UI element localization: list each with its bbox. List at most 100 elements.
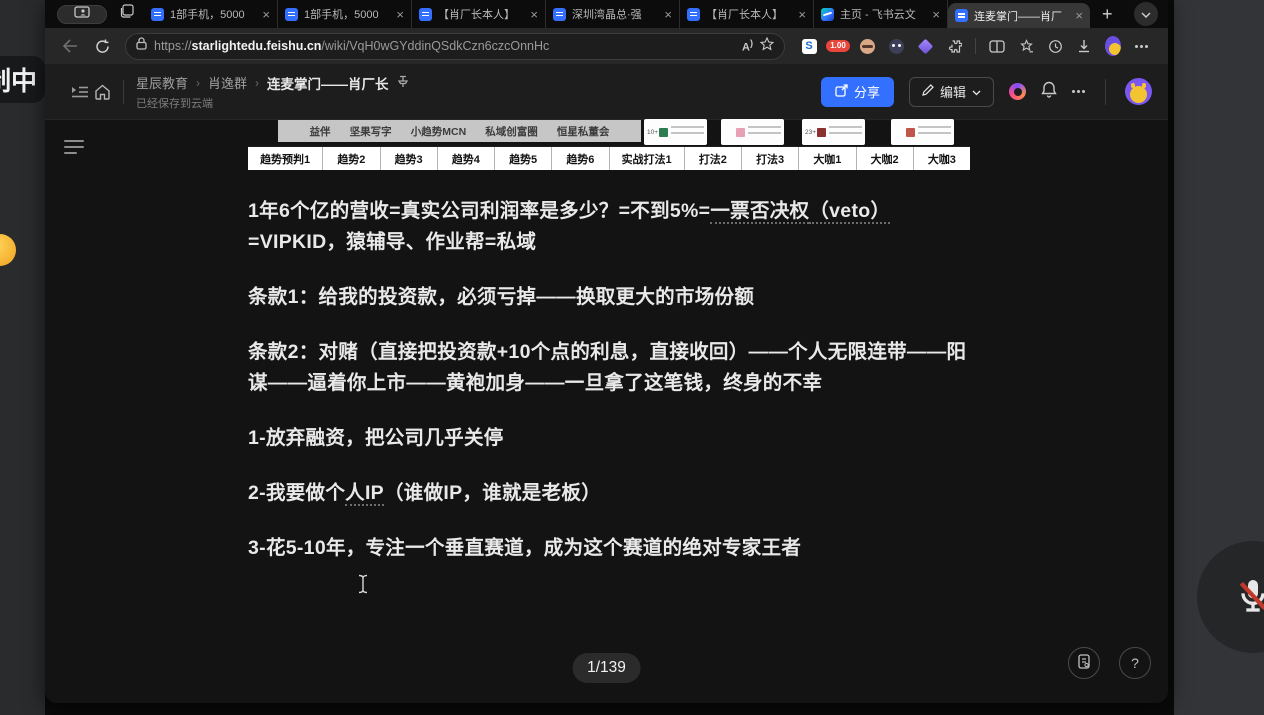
edit-button[interactable]: 编辑: [909, 77, 994, 107]
browser-tab[interactable]: 深圳湾晶总·强 ×: [546, 0, 680, 28]
meeting-window: [1174, 0, 1264, 715]
extensions-puzzle-icon[interactable]: [946, 38, 962, 54]
embed-nav-item: 益伴: [310, 124, 331, 139]
close-icon[interactable]: ×: [664, 8, 672, 21]
tab-list-dropdown[interactable]: [1134, 2, 1158, 26]
help-button[interactable]: ?: [1119, 647, 1151, 679]
embed-tab-cell: 趋势6: [552, 147, 609, 170]
embed-tabs-row: 趋势预判1 趋势2 趋势3 趋势4 趋势5 趋势6 实战打法1 打法2 打法3 …: [248, 146, 970, 170]
tab-title: 深圳湾晶总·强: [572, 6, 658, 22]
url-scheme: https://: [154, 39, 192, 53]
floating-buttons: ?: [1068, 647, 1151, 679]
embed-tab-cell: 大咖1: [799, 147, 856, 170]
browser-tab[interactable]: 主页 - 飞书云文 ×: [814, 0, 948, 28]
notifications-bell-icon[interactable]: [1041, 81, 1057, 103]
doc-note-icon: [1077, 654, 1091, 672]
close-icon[interactable]: ×: [932, 8, 940, 21]
share-button[interactable]: 分享: [821, 77, 894, 107]
paragraph[interactable]: 条款2：对赌（直接把投资款+10个点的利息，直接收回）——个人无限连带——阳谋—…: [248, 337, 970, 399]
address-bar[interactable]: https://starlightedu.feishu.cn/wiki/VqH0…: [125, 33, 785, 60]
extension-avatar-icon[interactable]: [859, 38, 875, 54]
embed-tab-cell: 趋势4: [438, 147, 495, 170]
feishu-app: 星辰教育 › 肖逸群 › 连麦掌门——肖厂长 已经保存到云端 分享: [45, 64, 1168, 703]
breadcrumb-item[interactable]: 星辰教育: [136, 73, 188, 92]
new-tab-button[interactable]: +: [1090, 4, 1125, 25]
recording-indicator[interactable]: [1009, 83, 1026, 100]
feishu-logo-icon: [821, 8, 834, 21]
paragraph[interactable]: 条款1：给我的投资款，必须亏掉——换取更大的市场份额: [248, 282, 970, 313]
more-options-icon[interactable]: [1072, 90, 1086, 93]
header-actions: 分享 编辑: [821, 77, 1152, 107]
paragraph[interactable]: 3-花5-10年，专注一个垂直赛道，成为这个赛道的绝对专家王者: [248, 533, 970, 564]
screen-share-icon: [74, 5, 90, 23]
history-icon[interactable]: [1047, 38, 1063, 54]
extension-price-badge[interactable]: 1.00: [830, 38, 846, 54]
paragraph[interactable]: 2-我要做个人IP（谁做IP，谁就是老板）: [248, 478, 970, 509]
doc-paragraphs[interactable]: 1年6个亿的营收=真实公司利润率是多少？=不到5%=一票否决权（veto）=VI…: [248, 196, 970, 564]
share-label: 分享: [854, 82, 880, 101]
downloads-icon[interactable]: [1076, 38, 1092, 54]
browser-menu-icon[interactable]: [1134, 38, 1150, 54]
pin-icon[interactable]: [397, 75, 409, 91]
close-icon[interactable]: ×: [262, 8, 270, 21]
mic-muted-button[interactable]: [1197, 541, 1264, 653]
embed-nav-item: 小趋势MCN: [411, 124, 466, 139]
extension-s-icon[interactable]: S: [801, 38, 817, 54]
collections-icon[interactable]: [1018, 38, 1034, 54]
breadcrumb-separator: ›: [196, 76, 200, 90]
embed-tab-cell: 趋势3: [381, 147, 438, 170]
doc-outline-icon[interactable]: [64, 140, 86, 156]
tab-groups-icon[interactable]: [119, 4, 134, 24]
close-icon[interactable]: ×: [396, 8, 404, 21]
browser-tab[interactable]: 【肖厂长本人】 ×: [680, 0, 814, 28]
close-icon[interactable]: ×: [1075, 9, 1083, 22]
header-divider: [1105, 79, 1106, 105]
refresh-button[interactable]: [89, 33, 115, 59]
home-icon[interactable]: [91, 81, 113, 103]
doc-header: 星辰教育 › 肖逸群 › 连麦掌门——肖厂长 已经保存到云端 分享: [45, 64, 1168, 120]
sidebar-toggle-icon[interactable]: [69, 81, 91, 103]
page-title: 连麦掌门——肖厂长: [267, 73, 389, 93]
back-button[interactable]: [57, 33, 83, 59]
breadcrumb-separator: ›: [255, 76, 259, 90]
tab-title: 1部手机，5000: [304, 6, 390, 22]
browser-tab[interactable]: 【肖厂长本人】 ×: [412, 0, 546, 28]
chevron-down-icon: [1141, 5, 1151, 23]
browser-profile-avatar[interactable]: [1105, 38, 1121, 54]
tab-title: 【肖厂长本人】: [706, 6, 792, 22]
chevron-down-icon: [972, 84, 981, 99]
extension-face-icon[interactable]: [888, 38, 904, 54]
split-screen-icon[interactable]: [989, 38, 1005, 54]
browser-tab-active[interactable]: 连麦掌门——肖厂 ×: [948, 3, 1090, 28]
embed-tab-cell: 趋势5: [495, 147, 552, 170]
tab-strip: 1部手机，5000 × 1部手机，5000 × 【肖厂长本人】 × 深圳湾晶总·…: [45, 0, 1168, 28]
close-icon[interactable]: ×: [530, 8, 538, 21]
feishu-doc-icon: [285, 8, 298, 21]
browser-tab[interactable]: 1部手机，5000 ×: [278, 0, 412, 28]
paragraph[interactable]: 1年6个亿的营收=真实公司利润率是多少？=不到5%=一票否决权（veto）=VI…: [248, 196, 970, 258]
browser-tab[interactable]: 1部手机，5000 ×: [144, 0, 278, 28]
assistant-bubble[interactable]: [0, 234, 16, 266]
url-domain: starlightedu.feishu.cn: [192, 39, 322, 53]
header-divider: [123, 80, 124, 104]
paragraph[interactable]: 1-放弃融资，把公司几乎关停: [248, 423, 970, 454]
embedded-image[interactable]: 益伴 坚果写字 小趋势MCN 私域创富圈 恒星私董会 10+ 23+: [248, 119, 970, 170]
embed-card: 23+: [802, 119, 865, 145]
favorite-star-icon[interactable]: [760, 37, 774, 56]
embed-nav-band: 益伴 坚果写字 小趋势MCN 私域创富圈 恒星私董会: [278, 120, 641, 142]
feishu-doc-icon: [955, 9, 968, 22]
edit-label: 编辑: [940, 82, 966, 101]
feishu-doc-icon: [419, 8, 432, 21]
doc-settings-button[interactable]: [1068, 647, 1100, 679]
url-path: /wiki/VqH0wGYddinQSdkCzn6czcOnnHc: [321, 39, 549, 53]
extension-gem-icon[interactable]: [917, 38, 933, 54]
user-avatar[interactable]: [1125, 78, 1152, 105]
breadcrumb-item[interactable]: 肖逸群: [208, 73, 247, 92]
close-icon[interactable]: ×: [798, 8, 806, 21]
read-aloud-icon[interactable]: A): [742, 38, 753, 54]
tab-preview-button[interactable]: [57, 5, 107, 24]
url-text[interactable]: https://starlightedu.feishu.cn/wiki/VqH0…: [154, 39, 735, 53]
embed-tab-cell: 大咖2: [857, 147, 914, 170]
embed-tab-cell: 实战打法1: [610, 147, 685, 170]
extensions-row: S 1.00: [801, 38, 1150, 54]
